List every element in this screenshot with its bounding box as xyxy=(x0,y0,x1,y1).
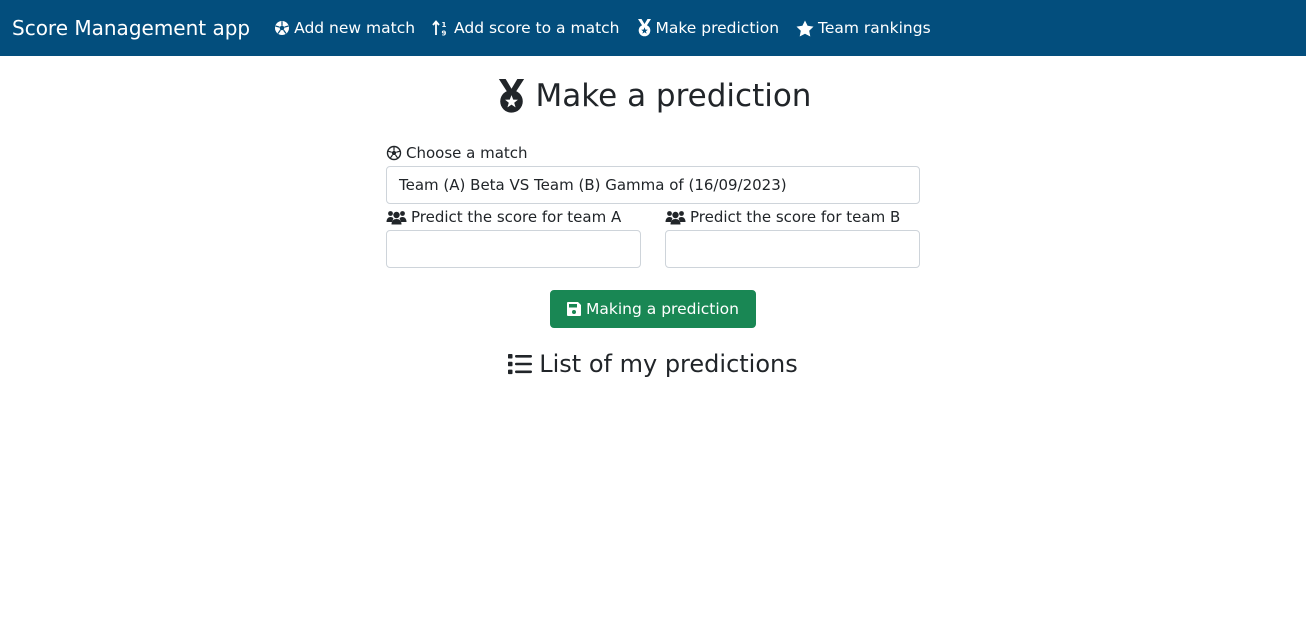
match-select-value: Team (A) Beta VS Team (B) Gamma of (16/0… xyxy=(399,176,787,194)
list-icon xyxy=(508,353,533,375)
nav-label: Team rankings xyxy=(818,19,931,37)
users-icon xyxy=(665,210,686,225)
svg-text:1: 1 xyxy=(442,21,447,29)
nav-label: Add score to a match xyxy=(454,19,620,37)
match-label: Choose a match xyxy=(386,142,920,164)
users-icon xyxy=(386,210,407,225)
nav-add-score[interactable]: 1 9 Add score to a match xyxy=(432,19,620,37)
score-fields-row: Predict the score for team A Predict the… xyxy=(386,206,920,268)
predictions-list-title: List of my predictions xyxy=(0,350,1306,378)
top-navbar: Score Management app Add new match 1 9 A… xyxy=(0,0,1306,56)
futbol-icon xyxy=(386,145,402,161)
team-b-score-input[interactable] xyxy=(665,230,920,268)
nav-add-new-match[interactable]: Add new match xyxy=(274,19,415,37)
team-a-label: Predict the score for team A xyxy=(386,206,641,228)
team-b-label-text: Predict the score for team B xyxy=(690,208,901,226)
nav-make-prediction[interactable]: Make prediction xyxy=(637,19,780,37)
floppy-disk-icon xyxy=(567,302,582,316)
predictions-list-title-text: List of my predictions xyxy=(539,350,798,378)
nav-label: Add new match xyxy=(294,19,416,37)
page-title: Make a prediction xyxy=(0,78,1306,114)
team-a-score-input[interactable] xyxy=(386,230,641,268)
match-select[interactable]: Team (A) Beta VS Team (B) Gamma of (16/0… xyxy=(386,166,920,204)
team-a-group: Predict the score for team A xyxy=(386,206,641,268)
nav-label: Make prediction xyxy=(655,19,780,37)
medal-icon xyxy=(637,19,652,37)
app-brand[interactable]: Score Management app xyxy=(12,16,250,40)
page-title-text: Make a prediction xyxy=(535,78,812,114)
nav-team-rankings[interactable]: Team rankings xyxy=(796,19,931,37)
make-prediction-label: Making a prediction xyxy=(586,300,739,318)
star-icon xyxy=(796,20,814,37)
medal-icon xyxy=(495,78,528,114)
prediction-form: Choose a match Team (A) Beta VS Team (B)… xyxy=(386,142,920,268)
team-b-group: Predict the score for team B xyxy=(665,206,920,268)
futbol-icon xyxy=(274,20,290,36)
team-a-label-text: Predict the score for team A xyxy=(411,208,622,226)
svg-text:9: 9 xyxy=(442,30,447,37)
team-b-label: Predict the score for team B xyxy=(665,206,920,228)
make-prediction-button[interactable]: Making a prediction xyxy=(550,290,756,328)
sort-numeric-icon: 1 9 xyxy=(432,20,450,36)
match-label-text: Choose a match xyxy=(406,144,528,162)
